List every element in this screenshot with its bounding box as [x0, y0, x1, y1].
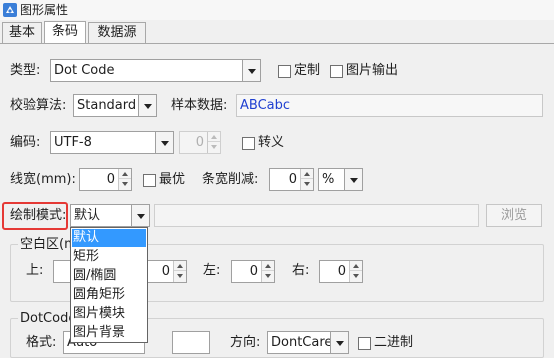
quiet-zone-left-label: 左:	[203, 263, 221, 278]
type-label: 类型:	[10, 63, 41, 78]
line-width-label: 线宽(mm):	[10, 172, 76, 187]
binary-checkbox[interactable]	[358, 337, 371, 350]
bar-width-reduction-label: 条宽削减:	[202, 172, 259, 187]
check-algorithm-label: 校验算法:	[10, 98, 67, 113]
direction-label: 方向:	[230, 335, 261, 350]
chevron-down-icon[interactable]	[138, 95, 156, 116]
escape-checkbox[interactable]	[242, 137, 255, 150]
title-bar: 图形属性	[0, 0, 554, 20]
chevron-down-icon[interactable]	[242, 60, 260, 81]
draw-mode-dropdown-list: 默认 矩形 圆/椭圆 圆角矩形 图片模块 图片背景	[70, 227, 148, 343]
quiet-zone-left-value: 0	[249, 264, 258, 279]
sample-data-value: ABCabc	[240, 98, 291, 113]
chevron-down-icon[interactable]	[344, 169, 362, 190]
encoding-number-stepper: 0	[179, 131, 221, 154]
reduction-unit-select[interactable]: %	[318, 168, 363, 191]
check-algorithm-value: Standard	[77, 98, 137, 113]
draw-mode-option[interactable]: 图片背景	[72, 324, 146, 342]
quiet-zone-bottom-value: 0	[161, 264, 170, 279]
line-width-value: 0	[106, 172, 115, 187]
window-title: 图形属性	[20, 3, 69, 17]
tab-basic[interactable]: 基本	[2, 22, 42, 43]
quiet-zone-bottom-stepper[interactable]: 0	[144, 260, 187, 283]
custom-checkbox[interactable]	[278, 65, 291, 78]
app-icon	[3, 3, 17, 17]
chevron-down-icon[interactable]	[155, 132, 173, 153]
escape-label: 转义	[258, 135, 285, 150]
optimal-label: 最优	[159, 172, 186, 187]
check-algorithm-select[interactable]: Standard	[73, 94, 157, 117]
image-output-label: 图片输出	[346, 63, 399, 78]
quiet-zone-right-value: 0	[337, 264, 346, 279]
spinner-arrows-icon[interactable]	[349, 261, 362, 282]
spinner-arrows-icon[interactable]	[118, 169, 131, 190]
draw-mode-option[interactable]: 圆角矩形	[72, 286, 146, 304]
image-path-field	[154, 204, 479, 227]
chevron-down-icon[interactable]	[131, 205, 149, 226]
draw-mode-option[interactable]: 默认	[72, 229, 146, 247]
custom-label: 定制	[294, 63, 321, 78]
encoding-value: UTF-8	[54, 135, 92, 150]
draw-mode-option[interactable]: 图片模块	[72, 305, 146, 323]
spinner-arrows-icon[interactable]	[173, 261, 186, 282]
browse-button[interactable]: 浏览	[486, 204, 542, 227]
optimal-checkbox[interactable]	[143, 174, 156, 187]
tab-data-source[interactable]: 数据源	[88, 22, 146, 43]
sample-data-label: 样本数据:	[171, 98, 228, 113]
spinner-arrows-icon[interactable]	[300, 169, 313, 190]
draw-mode-select[interactable]: 默认	[70, 204, 150, 227]
draw-mode-option[interactable]: 圆/椭圆	[72, 267, 146, 285]
reduction-unit-value: %	[322, 172, 335, 187]
image-output-checkbox[interactable]	[330, 65, 343, 78]
bar-width-reduction-value: 0	[288, 172, 297, 187]
direction-value: DontCare	[271, 335, 333, 350]
format-label: 格式:	[26, 335, 57, 350]
sample-data-field[interactable]: ABCabc	[236, 94, 543, 117]
encoding-number-value: 0	[195, 135, 204, 150]
line-width-stepper[interactable]: 0	[79, 168, 132, 191]
tab-barcode[interactable]: 条码	[44, 21, 86, 44]
draw-mode-option[interactable]: 矩形	[72, 248, 146, 266]
encoding-select[interactable]: UTF-8	[50, 131, 174, 154]
quiet-zone-left-stepper[interactable]: 0	[231, 260, 275, 283]
type-select[interactable]: Dot Code	[50, 59, 261, 82]
type-select-value: Dot Code	[54, 63, 115, 78]
quiet-zone-top-label: 上:	[26, 263, 44, 278]
quiet-zone-right-stepper[interactable]: 0	[319, 260, 363, 283]
annotation-highlight-box	[2, 202, 68, 230]
spinner-arrows-icon	[207, 132, 220, 153]
encoding-label: 编码:	[10, 135, 41, 150]
quiet-zone-right-label: 右:	[292, 263, 310, 278]
bar-width-reduction-stepper[interactable]: 0	[269, 168, 314, 191]
binary-label: 二进制	[374, 335, 414, 350]
draw-mode-value: 默认	[74, 208, 101, 223]
spinner-arrows-icon[interactable]	[261, 261, 274, 282]
